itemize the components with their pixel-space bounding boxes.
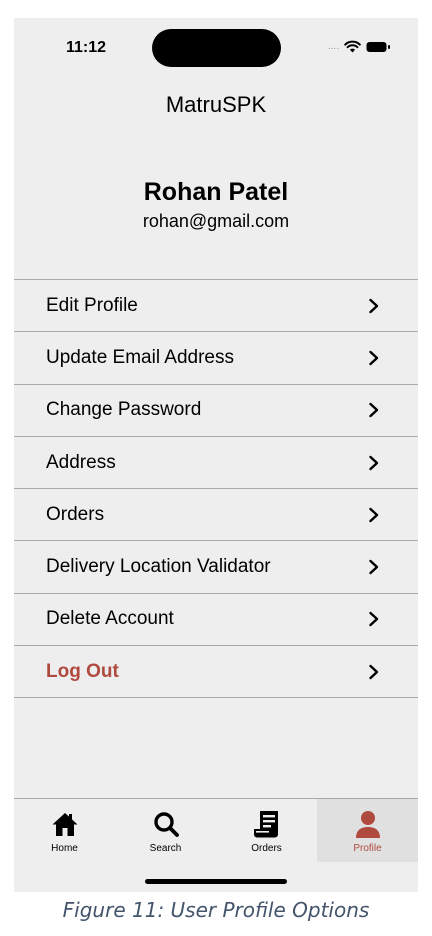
phone-screen: 11:12 .... MatruSPK Rohan Patel rohan@gm…: [14, 18, 418, 892]
tab-profile[interactable]: Profile: [317, 799, 418, 862]
menu-item-log-out[interactable]: Log Out: [14, 646, 418, 699]
profile-menu: Edit Profile Update Email Address Change…: [14, 279, 418, 699]
menu-item-edit-profile[interactable]: Edit Profile: [14, 280, 418, 333]
chevron-right-icon: [369, 664, 379, 679]
status-time: 11:12: [66, 39, 107, 56]
receipt-icon: [253, 811, 278, 838]
battery-icon: [366, 41, 391, 52]
figure-caption: Figure 11: User Profile Options: [62, 898, 370, 922]
chevron-right-icon: [369, 403, 379, 418]
user-name: Rohan Patel: [143, 178, 289, 206]
chevron-right-icon: [369, 455, 379, 470]
tab-label: Search: [149, 843, 182, 854]
menu-item-label: Edit Profile: [46, 294, 138, 316]
menu-item-label: Change Password: [46, 399, 202, 421]
chevron-right-icon: [369, 507, 379, 523]
menu-item-label: Delete Account: [46, 608, 174, 630]
chevron-right-icon: [369, 559, 379, 575]
user-email: rohan@gmail.com: [142, 211, 290, 231]
tab-label: Orders: [251, 843, 282, 854]
menu-item-delivery-location-validator[interactable]: Delivery Location Validator: [14, 541, 418, 594]
menu-item-change-password[interactable]: Change Password: [14, 385, 418, 437]
menu-item-delete-account[interactable]: Delete Account: [14, 594, 418, 647]
menu-item-label: Log Out: [46, 660, 119, 682]
menu-item-label: Delivery Location Validator: [46, 556, 271, 578]
home-indicator[interactable]: [145, 879, 287, 884]
wifi-icon: [344, 40, 361, 53]
home-icon: [52, 813, 77, 836]
tab-orders[interactable]: Orders: [216, 799, 317, 862]
menu-item-label: Address: [46, 451, 116, 473]
menu-item-address[interactable]: Address: [14, 437, 418, 490]
menu-item-label: Orders: [46, 503, 105, 525]
tab-home[interactable]: Home: [14, 799, 115, 862]
app-title: MatruSPK: [165, 92, 267, 117]
tab-label: Home: [51, 843, 78, 854]
tab-bar: Home Search Orders Profile: [14, 798, 418, 862]
dynamic-island: [152, 29, 281, 67]
tab-search[interactable]: Search: [115, 799, 216, 862]
menu-item-label: Update Email Address: [46, 346, 234, 368]
chevron-right-icon: [369, 350, 379, 366]
signal-icon: ....: [328, 40, 340, 52]
status-icons: ....: [328, 40, 391, 53]
chevron-right-icon: [369, 298, 379, 313]
chevron-right-icon: [369, 612, 379, 627]
tab-label: Profile: [353, 843, 382, 854]
menu-item-orders[interactable]: Orders: [14, 489, 418, 542]
search-icon: [153, 812, 179, 837]
menu-item-update-email[interactable]: Update Email Address: [14, 332, 418, 385]
person-icon: [355, 811, 380, 838]
